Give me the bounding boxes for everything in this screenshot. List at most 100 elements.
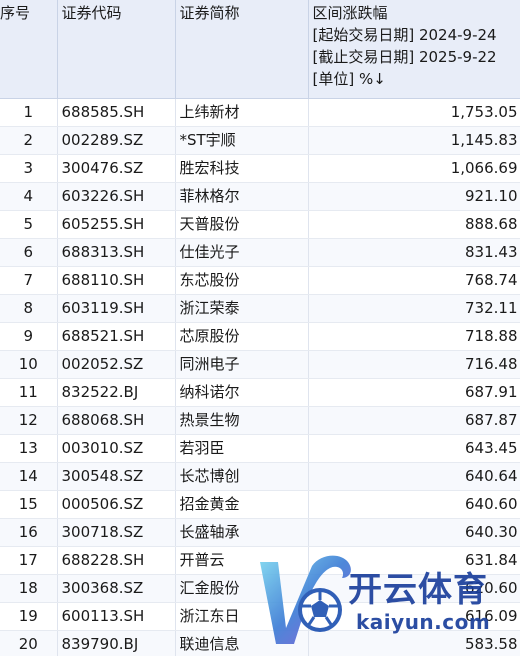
row-name: 纳科诺尔 [175,378,309,407]
row-change-value: 718.88 [308,322,520,351]
row-name: 长芯博创 [175,462,309,491]
row-change-value: 640.64 [308,462,520,491]
table-row[interactable]: 10 002052.SZ 同洲电子 716.48 [0,350,520,379]
row-change-value: 620.60 [308,574,520,603]
table-row[interactable]: 1 688585.SH 上纬新材 1,753.05 [0,98,520,127]
row-code: 688313.SH [57,238,176,267]
ranking-table: 序号 证券代码 证券简称 区间涨跌幅 [起始交易日期] 2024-9-24 [截… [0,0,520,656]
table-row[interactable]: 3 300476.SZ 胜宏科技 1,066.69 [0,154,520,183]
table-row[interactable]: 18 300368.SZ 汇金股份 620.60 [0,574,520,603]
row-name: 东芯股份 [175,266,309,295]
row-index: 20 [0,630,58,656]
table-row[interactable]: 6 688313.SH 仕佳光子 831.43 [0,238,520,267]
header-start-date: [起始交易日期] 2024-9-24 [312,26,497,44]
table-row[interactable]: 19 600113.SH 浙江东日 616.09 [0,602,520,631]
row-change-value: 687.91 [308,378,520,407]
row-code: 605255.SH [57,210,176,239]
table-row[interactable]: 5 605255.SH 天普股份 888.68 [0,210,520,239]
table-row[interactable]: 4 603226.SH 菲林格尔 921.10 [0,182,520,211]
row-code: 600113.SH [57,602,176,631]
row-index: 3 [0,154,58,183]
table-row[interactable]: 17 688228.SH 开普云 631.84 [0,546,520,575]
row-name: 若羽臣 [175,434,309,463]
table-row[interactable]: 20 839790.BJ 联迪信息 583.58 [0,630,520,656]
table-row[interactable]: 9 688521.SH 芯原股份 718.88 [0,322,520,351]
row-index: 10 [0,350,58,379]
row-name: 联迪信息 [175,630,309,656]
row-name: 热景生物 [175,406,309,435]
row-name: 开普云 [175,546,309,575]
row-code: 688228.SH [57,546,176,575]
row-index: 6 [0,238,58,267]
row-code: 688521.SH [57,322,176,351]
table-row[interactable]: 11 832522.BJ 纳科诺尔 687.91 [0,378,520,407]
row-index: 9 [0,322,58,351]
header-change[interactable]: 区间涨跌幅 [起始交易日期] 2024-9-24 [截止交易日期] 2025-9… [308,0,520,99]
table-header-row: 序号 证券代码 证券简称 区间涨跌幅 [起始交易日期] 2024-9-24 [截… [0,0,520,99]
header-code[interactable]: 证券代码 [57,0,176,99]
row-index: 19 [0,602,58,631]
row-change-value: 643.45 [308,434,520,463]
row-name: 仕佳光子 [175,238,309,267]
row-change-value: 732.11 [308,294,520,323]
row-index: 16 [0,518,58,547]
row-code: 002289.SZ [57,126,176,155]
row-index: 12 [0,406,58,435]
row-code: 688110.SH [57,266,176,295]
row-name: 同洲电子 [175,350,309,379]
row-code: 003010.SZ [57,434,176,463]
row-code: 300548.SZ [57,462,176,491]
row-change-value: 831.43 [308,238,520,267]
row-code: 300718.SZ [57,518,176,547]
row-code: 000506.SZ [57,490,176,519]
header-end-date: [截止交易日期] 2025-9-22 [312,48,497,66]
table-row[interactable]: 7 688110.SH 东芯股份 768.74 [0,266,520,295]
row-name: 招金黄金 [175,490,309,519]
header-unit: [单位] %↓ [312,70,386,88]
row-change-value: 768.74 [308,266,520,295]
row-index: 8 [0,294,58,323]
row-index: 2 [0,126,58,155]
row-name: 胜宏科技 [175,154,309,183]
row-change-value: 716.48 [308,350,520,379]
table-row[interactable]: 13 003010.SZ 若羽臣 643.45 [0,434,520,463]
row-name: 天普股份 [175,210,309,239]
row-index: 11 [0,378,58,407]
row-index: 5 [0,210,58,239]
header-name[interactable]: 证券简称 [175,0,309,99]
table-row[interactable]: 14 300548.SZ 长芯博创 640.64 [0,462,520,491]
row-index: 18 [0,574,58,603]
row-index: 4 [0,182,58,211]
row-index: 7 [0,266,58,295]
row-code: 002052.SZ [57,350,176,379]
row-name: 上纬新材 [175,98,309,127]
row-code: 300368.SZ [57,574,176,603]
row-change-value: 1,066.69 [308,154,520,183]
row-change-value: 616.09 [308,602,520,631]
row-change-value: 631.84 [308,546,520,575]
row-code: 603119.SH [57,294,176,323]
header-index[interactable]: 序号 [0,0,58,99]
header-change-title: 区间涨跌幅 [312,4,388,22]
table-row[interactable]: 2 002289.SZ *ST宇顺 1,145.83 [0,126,520,155]
row-code: 300476.SZ [57,154,176,183]
row-index: 17 [0,546,58,575]
row-change-value: 921.10 [308,182,520,211]
row-name: 汇金股份 [175,574,309,603]
row-code: 839790.BJ [57,630,176,656]
row-change-value: 888.68 [308,210,520,239]
table-row[interactable]: 12 688068.SH 热景生物 687.87 [0,406,520,435]
row-code: 832522.BJ [57,378,176,407]
row-index: 13 [0,434,58,463]
row-change-value: 640.60 [308,490,520,519]
table-row[interactable]: 16 300718.SZ 长盛轴承 640.30 [0,518,520,547]
table-row[interactable]: 15 000506.SZ 招金黄金 640.60 [0,490,520,519]
row-index: 1 [0,98,58,127]
row-index: 14 [0,462,58,491]
row-name: 菲林格尔 [175,182,309,211]
row-name: 浙江东日 [175,602,309,631]
row-code: 688585.SH [57,98,176,127]
row-change-value: 1,753.05 [308,98,520,127]
table-row[interactable]: 8 603119.SH 浙江荣泰 732.11 [0,294,520,323]
row-change-value: 687.87 [308,406,520,435]
